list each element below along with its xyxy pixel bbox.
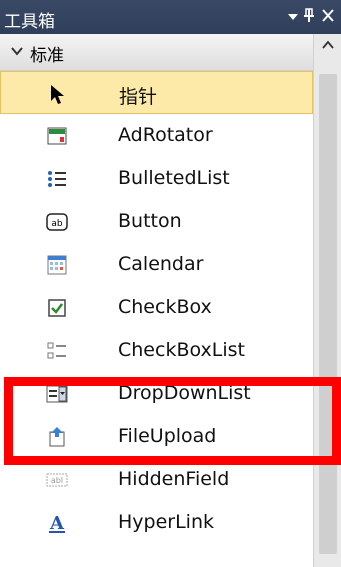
toolbox-item-label: HyperLink bbox=[118, 511, 215, 533]
toolbox-item-label: Calendar bbox=[118, 253, 204, 275]
category-header-standard[interactable]: 标准 bbox=[0, 34, 313, 71]
toolbox-item-label: BulletedList bbox=[118, 167, 230, 189]
scrollbar-thumb[interactable] bbox=[319, 74, 337, 554]
toolbox-titlebar: 工具箱 bbox=[0, 0, 341, 34]
toolbox-item-pointer[interactable]: 指针 bbox=[0, 71, 313, 114]
category-label: 标准 bbox=[30, 46, 64, 66]
toolbox-item-bulletedlist[interactable]: BulletedList bbox=[0, 157, 313, 200]
svg-text:ab: ab bbox=[51, 219, 63, 229]
adrotator-icon bbox=[46, 125, 68, 147]
vertical-scrollbar[interactable] bbox=[313, 34, 341, 567]
close-icon bbox=[322, 9, 334, 22]
scroll-up-icon[interactable] bbox=[322, 40, 334, 50]
toolbox-item-list: 指针 AdRotator BulletedList ab Button Cale… bbox=[0, 71, 313, 567]
toolbox-item-label: CheckBox bbox=[118, 296, 212, 318]
svg-text:A: A bbox=[49, 513, 65, 534]
pin-button[interactable] bbox=[302, 6, 316, 26]
hyperlink-icon: A bbox=[46, 512, 68, 534]
close-button[interactable] bbox=[320, 6, 336, 26]
checkbox-list-icon bbox=[46, 340, 68, 362]
toolbox-item-calendar[interactable]: Calendar bbox=[0, 243, 313, 286]
toolbox-item-checkbox[interactable]: CheckBox bbox=[0, 286, 313, 329]
pin-icon bbox=[304, 8, 314, 22]
button-icon: ab bbox=[46, 211, 68, 233]
toolbox-item-label: AdRotator bbox=[118, 124, 213, 146]
toolbox-item-label: HiddenField bbox=[118, 468, 230, 490]
hidden-field-icon: abl bbox=[46, 469, 68, 491]
toolbox-item-adrotator[interactable]: AdRotator bbox=[0, 114, 313, 157]
toolbox-item-hyperlink[interactable]: A HyperLink bbox=[0, 501, 313, 544]
highlight-box-dropdownlist bbox=[4, 377, 341, 465]
toolbox-item-button[interactable]: ab Button bbox=[0, 200, 313, 243]
toolbox-item-label: Button bbox=[118, 210, 182, 232]
svg-text:abl: abl bbox=[51, 476, 63, 485]
chevron-down-icon bbox=[10, 42, 24, 60]
pointer-icon bbox=[47, 83, 69, 105]
toolbox-item-label: 指针 bbox=[119, 86, 158, 108]
bulleted-list-icon bbox=[46, 168, 68, 190]
checkbox-icon bbox=[46, 297, 68, 319]
toolbox-panel: 标准 指针 AdRotator BulletedList ab Button C… bbox=[0, 34, 341, 567]
chevron-down-icon bbox=[288, 14, 298, 20]
toolbox-item-label: CheckBoxList bbox=[118, 339, 245, 361]
window-dropdown-button[interactable] bbox=[287, 6, 299, 26]
window-title: 工具箱 bbox=[4, 12, 55, 32]
calendar-icon bbox=[46, 254, 68, 276]
toolbox-item-checkboxlist[interactable]: CheckBoxList bbox=[0, 329, 313, 372]
